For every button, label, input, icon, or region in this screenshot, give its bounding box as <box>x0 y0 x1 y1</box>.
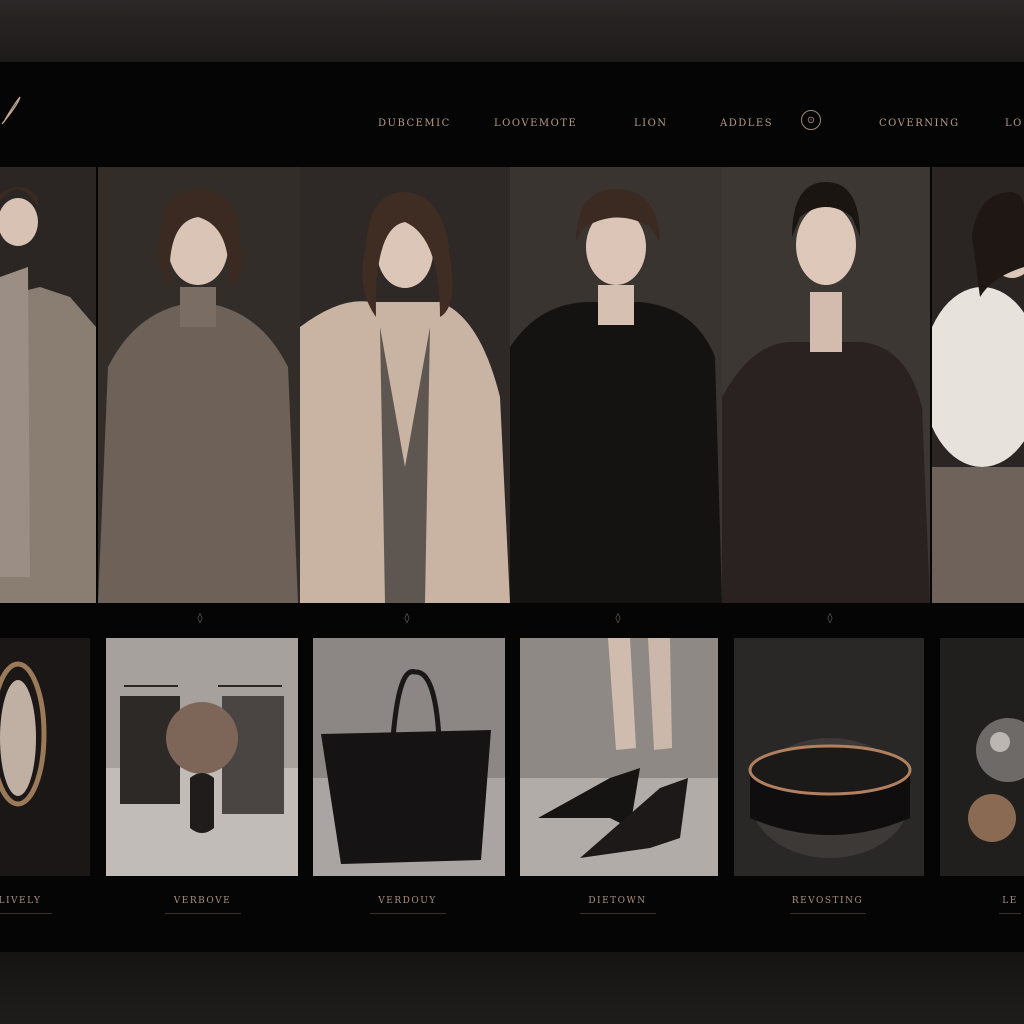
pagination-mark-icon: ◊ <box>615 613 621 624</box>
pagination-mark-icon: ◊ <box>404 613 410 624</box>
ornate-mirror-icon <box>0 638 90 876</box>
device-bezel-top <box>0 0 1024 62</box>
product-label-5[interactable]: REVOSTING <box>780 896 875 914</box>
glass-sphere-icon <box>940 638 1024 876</box>
model-panel-3[interactable] <box>300 167 510 603</box>
bangle-icon <box>734 638 924 876</box>
product-label-1[interactable]: LIVELY <box>0 896 60 914</box>
nav-item-6[interactable]: LO <box>1005 118 1023 132</box>
model-panel-6[interactable] <box>932 167 1024 603</box>
pagination-mark-icon: ◊ <box>827 613 833 624</box>
script-monogram-icon[interactable] <box>0 94 22 130</box>
product-tile-mirror[interactable] <box>0 638 90 876</box>
product-tile-shoe[interactable] <box>520 638 718 876</box>
heel-shoe-icon <box>520 638 718 876</box>
product-tile-bag[interactable] <box>313 638 505 876</box>
model-panel-4[interactable] <box>510 167 722 603</box>
product-tile-sphere[interactable] <box>940 638 1024 876</box>
pagination-mark-icon: ◊ <box>197 613 203 624</box>
model-panel-1[interactable] <box>0 167 96 603</box>
clothing-rack-icon <box>106 638 298 876</box>
product-label-6[interactable]: LE <box>996 896 1024 914</box>
nav-item-1[interactable]: DUBCEMIC <box>378 118 451 132</box>
product-label-4[interactable]: DIETOWN <box>570 896 665 914</box>
nav-item-4[interactable]: ADDLES <box>720 118 773 132</box>
model-panel-5[interactable] <box>722 167 930 603</box>
tote-bag-icon <box>313 638 505 876</box>
model-panel-2[interactable] <box>98 167 300 603</box>
nav-item-2[interactable]: LOOVEMOTE <box>494 118 577 132</box>
nav-item-3[interactable]: LION <box>634 118 668 132</box>
product-tile-bangle[interactable] <box>734 638 924 876</box>
device-bezel-bottom <box>0 952 1024 1024</box>
circle-monogram-icon[interactable]: ⊙ <box>801 110 821 130</box>
product-label-3[interactable]: VERDOUY <box>360 896 455 914</box>
lookbook-screen: DUBCEMIC LOOVEMOTE LION ADDLES ⊙ COVERNI… <box>0 62 1024 952</box>
nav-item-5[interactable]: COVERNING <box>879 118 960 132</box>
product-label-2[interactable]: VERBOVE <box>155 896 250 914</box>
product-tile-rack[interactable] <box>106 638 298 876</box>
